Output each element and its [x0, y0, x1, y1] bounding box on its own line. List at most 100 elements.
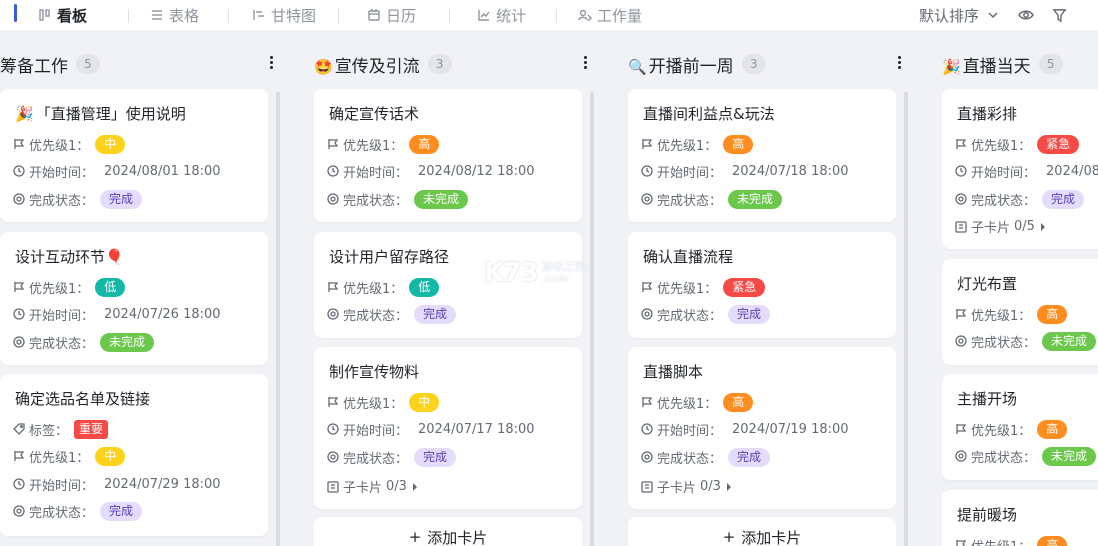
tab-stats[interactable]: 统计 — [477, 0, 526, 30]
column-scrollbar[interactable] — [904, 92, 908, 546]
tab-gantt[interactable]: 甘特图 — [252, 0, 316, 30]
status-row: 完成状态： 完成 — [641, 304, 771, 324]
priority-tag: 高 — [723, 392, 754, 412]
priority-row: 优先级1： 中 — [13, 134, 126, 154]
kanban-icon — [39, 9, 50, 21]
sort-dropdown[interactable]: 默认排序 — [919, 0, 999, 30]
card-title: 确定选品名单及链接 — [15, 390, 151, 408]
start-time-label: 开始时间： — [343, 423, 409, 439]
start-time-value: 2024/07/18 18:00 — [732, 163, 849, 179]
priority-label: 优先级1： — [657, 281, 718, 297]
task-card[interactable]: 提前暖场 优先级1： 高 — [942, 490, 1098, 546]
task-card[interactable]: 直播彩排 优先级1： 紧急 开始时间： 2024/08/12 完成状态： 完成 … — [942, 89, 1098, 249]
status-label: 完成状态： — [971, 335, 1037, 351]
subcards-toggle[interactable]: 子卡片 0/3 — [327, 477, 417, 496]
tab-table[interactable]: 表格 — [150, 0, 199, 30]
party-popper-emoji: 🎉 — [942, 57, 961, 76]
target-icon — [955, 335, 967, 347]
column-scrollbar[interactable] — [276, 92, 280, 546]
target-icon — [955, 193, 967, 205]
start-time-value: 2024/07/19 18:00 — [732, 421, 849, 437]
more-icon[interactable] — [582, 54, 588, 74]
add-card-button[interactable]: + 添加卡片 — [628, 517, 896, 546]
card-title-text: 设计互动环节 — [15, 248, 106, 266]
start-time-value: 2024/07/26 18:00 — [104, 306, 221, 322]
card-title: 设计用户留存路径 — [329, 248, 450, 266]
visibility-button[interactable] — [1018, 0, 1034, 30]
gantt-icon — [253, 10, 264, 20]
more-icon[interactable] — [268, 54, 274, 74]
plus-icon: + — [722, 528, 736, 546]
task-card[interactable]: 🎉 「直播管理」使用说明 优先级1： 中 开始时间： 2024/08/01 18:… — [0, 89, 268, 222]
priority-label: 优先级1： — [971, 536, 1031, 546]
chart-icon — [478, 10, 490, 21]
start-time-value: 2024/08/12 — [1046, 163, 1098, 179]
active-tab-indicator — [14, 4, 17, 22]
tab-label: 看板 — [57, 6, 88, 25]
tab-calendar[interactable]: 日历 — [367, 0, 416, 30]
task-card[interactable]: 直播间利益点&玩法 优先级1： 高 开始时间： 2024/07/18 18:00… — [628, 89, 896, 222]
target-icon — [13, 193, 25, 205]
start-time-value: 2024/08/01 18:00 — [104, 163, 221, 179]
status-label: 完成状态： — [343, 193, 409, 209]
clock-icon — [327, 165, 339, 177]
add-card-button[interactable]: + 添加卡片 — [314, 517, 582, 546]
subcards-count: 0/3 — [386, 479, 407, 494]
task-card[interactable]: 主播开场 优先级1： 高 完成状态： 未完成 — [942, 374, 1098, 480]
subcards-toggle[interactable]: 子卡片 0/5 — [955, 217, 1045, 236]
priority-row: 优先级1： 中 — [327, 392, 440, 412]
priority-row: 优先级1： 高 — [327, 134, 440, 154]
tab-divider — [338, 9, 339, 23]
priority-label: 优先级1： — [343, 396, 404, 412]
priority-tag: 高 — [1037, 304, 1068, 324]
task-card[interactable]: 确定选品名单及链接 标签： 重要 优先级1： 中 开始时间： 2024/07/2… — [0, 374, 268, 536]
card-title: 灯光布置 — [957, 275, 1018, 293]
priority-row: 优先级1： 高 — [641, 392, 754, 412]
clock-icon — [641, 423, 653, 435]
status-label: 完成状态： — [657, 308, 723, 324]
status-row: 完成状态： 完成 — [327, 447, 457, 467]
start-time-row: 开始时间： 2024/08/01 18:00 — [13, 161, 221, 181]
task-card[interactable]: 设计互动环节🎈 优先级1： 低 开始时间： 2024/07/26 18:00 完… — [0, 232, 268, 365]
column-title: 🤩 宣传及引流 — [314, 52, 420, 77]
task-card[interactable]: 确认直播流程 优先级1： 紧急 完成状态： 完成 — [628, 232, 896, 338]
clock-icon — [13, 478, 25, 490]
status-row: 完成状态： 未完成 — [955, 446, 1097, 466]
tab-workload[interactable]: 工作量 — [578, 0, 642, 30]
start-time-value: 2024/08/12 18:00 — [418, 163, 535, 179]
priority-tag: 低 — [95, 277, 126, 297]
priority-label: 优先级1： — [971, 423, 1032, 439]
task-card[interactable]: 制作宣传物料 优先级1： 中 开始时间： 2024/07/17 18:00 完成… — [314, 347, 582, 509]
tab-divider — [128, 9, 129, 23]
target-icon — [13, 336, 25, 348]
card-title: 直播脚本 — [643, 363, 704, 381]
subcards-label: 子卡片 — [343, 481, 383, 496]
balloon-emoji: 🎈 — [105, 248, 124, 266]
filter-button[interactable] — [1052, 0, 1067, 30]
status-row: 完成状态： 完成 — [13, 501, 143, 521]
priority-row: 优先级1： 高 — [955, 535, 1068, 546]
tab-kanban[interactable]: 看板 — [38, 0, 87, 30]
column-scrollbar[interactable] — [590, 92, 594, 546]
subcards-toggle[interactable]: 子卡片 0/3 — [641, 477, 731, 496]
task-card[interactable]: 灯光布置 优先级1： 高 完成状态： 未完成 — [942, 259, 1098, 365]
task-card[interactable]: 确定宣传话术 优先级1： 高 开始时间： 2024/08/12 18:00 完成… — [314, 89, 582, 222]
flag-icon — [14, 451, 25, 461]
status-label: 完成状态： — [657, 193, 723, 209]
status-row: 完成状态： 未完成 — [327, 189, 469, 209]
watermark-line2: .com — [541, 272, 569, 285]
task-card[interactable]: 直播脚本 优先级1： 高 开始时间： 2024/07/19 18:00 完成状态… — [628, 347, 896, 509]
priority-label: 优先级1： — [971, 138, 1032, 154]
more-icon[interactable] — [896, 54, 902, 74]
status-label: 完成状态： — [343, 451, 409, 467]
target-icon — [327, 308, 339, 320]
status-tag: 完成 — [1042, 189, 1085, 209]
caret-right-icon — [726, 482, 731, 491]
start-time-label: 开始时间： — [971, 165, 1037, 181]
status-row: 完成状态： 完成 — [955, 189, 1085, 209]
kanban-column: 🔍 开播前一周 3 直播间利益点&玩法 优先级1： 高 开始时间： 2024/07… — [628, 44, 908, 546]
priority-tag: 中 — [95, 134, 126, 154]
status-label: 完成状态： — [971, 193, 1037, 209]
important-tag: 重要 — [74, 419, 109, 439]
target-icon — [641, 451, 653, 463]
